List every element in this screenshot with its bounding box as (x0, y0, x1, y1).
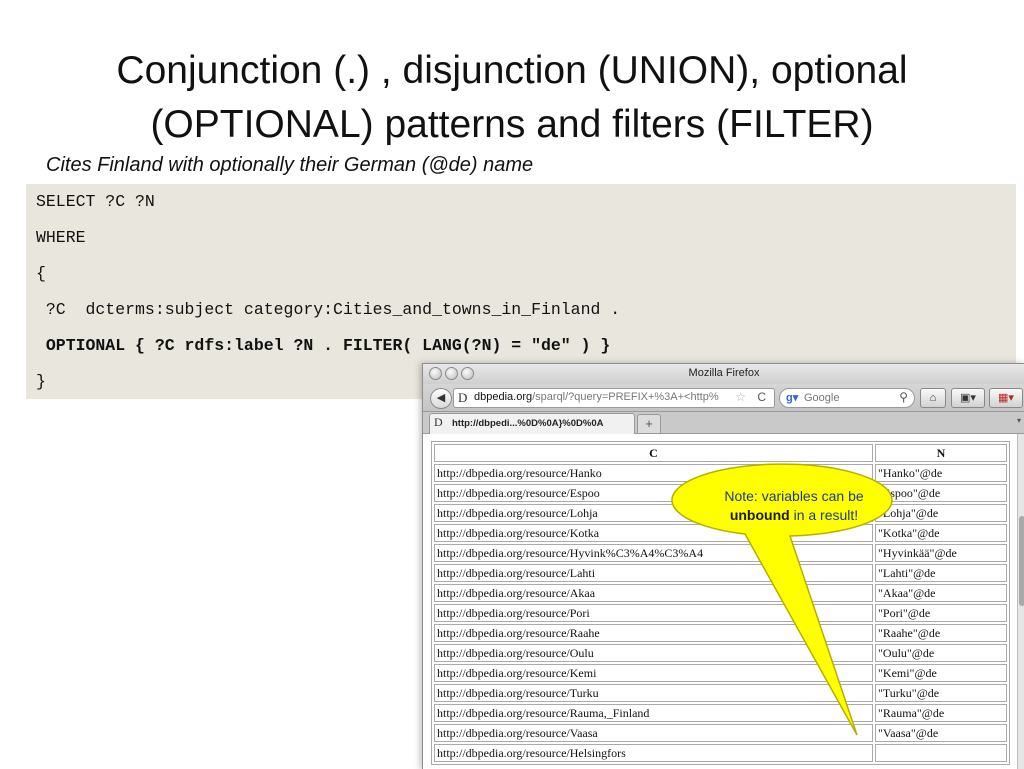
table-row: http://dbpedia.org/resource/Akaa "Akaa"@d… (434, 584, 1007, 602)
cell-c: http://dbpedia.org/resource/Kemi (434, 664, 873, 682)
cell-n: "Akaa"@de (875, 584, 1007, 602)
code-line: ?C dcterms:subject category:Cities_and_t… (36, 300, 621, 319)
search-box[interactable]: g▾ Google ⚲ (779, 388, 915, 408)
firefox-window: Mozilla Firefox ◀ D dbpedia.org/sparql/?… (422, 363, 1024, 769)
home-icon[interactable]: ⌂ (920, 388, 946, 408)
cell-n: "Espoo"@de (875, 484, 1007, 502)
cell-n: "Kotka"@de (875, 524, 1007, 542)
cell-n: "Hyvinkää"@de (875, 544, 1007, 562)
cell-n: "Oulu"@de (875, 644, 1007, 662)
cell-n: "Pori"@de (875, 604, 1007, 622)
tab-sparql-results[interactable]: D http://dbpedi...%0D%0A}%0D%0A (429, 413, 635, 434)
title-line-2: (OPTIONAL) patterns and filters (FILTER) (150, 103, 874, 146)
callout-text-after: in a result! (793, 507, 859, 523)
scrollbar-thumb[interactable] (1019, 516, 1024, 606)
tab-list-icon[interactable]: ▾ (1017, 416, 1021, 425)
tab-bar: D http://dbpedi...%0D%0A}%0D%0A + ▾ (423, 412, 1024, 434)
table-row: http://dbpedia.org/resource/Rauma,_Finla… (434, 704, 1007, 722)
addon-icon[interactable]: ▦▾ (989, 388, 1023, 408)
cell-c: http://dbpedia.org/resource/Vaasa (434, 724, 873, 742)
slide-subtitle: Cites Finland with optionally their Germ… (46, 154, 534, 176)
cell-c: http://dbpedia.org/resource/Kotka (434, 524, 873, 542)
table-row: http://dbpedia.org/resource/Kotka "Kotka"… (434, 524, 1007, 542)
tab-favicon-icon: D (434, 415, 443, 429)
column-header-c: C (434, 444, 873, 462)
page-content: C N http://dbpedia.org/resource/Hanko "Ha… (423, 434, 1017, 769)
title-line-1: Conjunction (.) , disjunction (UNION), o… (116, 49, 908, 92)
column-header-n: N (875, 444, 1007, 462)
slide-title: Conjunction (.) , disjunction (UNION), o… (0, 44, 1024, 152)
cell-n-empty (875, 744, 1007, 762)
cell-c: http://dbpedia.org/resource/Oulu (434, 644, 873, 662)
vertical-scrollbar[interactable] (1017, 434, 1024, 769)
table-row: http://dbpedia.org/resource/Turku "Turku"… (434, 684, 1007, 702)
callout-text-before: Note: variables can be (724, 488, 864, 504)
cell-n: "Rauma"@de (875, 704, 1007, 722)
back-arrow-icon[interactable]: ◀ (430, 388, 452, 409)
cell-n: "Turku"@de (875, 684, 1007, 702)
cell-c: http://dbpedia.org/resource/Turku (434, 684, 873, 702)
code-line: WHERE (36, 228, 86, 247)
callout-text-bold: unbound (729, 507, 790, 523)
bookmark-star-icon[interactable]: ☆ (735, 390, 746, 404)
cell-c: http://dbpedia.org/resource/Akaa (434, 584, 873, 602)
callout-note: Note: variables can be unbound in a resu… (694, 487, 894, 525)
table-row-unbound: http://dbpedia.org/resource/Helsingfors (434, 744, 1007, 762)
cell-n: "Hanko"@de (875, 464, 1007, 482)
cell-c: http://dbpedia.org/resource/Hyvink%C3%A4… (434, 544, 873, 562)
code-line: } (36, 372, 46, 391)
code-line-optional: OPTIONAL { ?C rdfs:label ?N . FILTER( LA… (36, 336, 611, 355)
cell-c: http://dbpedia.org/resource/Pori (434, 604, 873, 622)
new-tab-button[interactable]: + (637, 414, 661, 434)
table-row: http://dbpedia.org/resource/Raahe "Raahe"… (434, 624, 1007, 642)
table-row: http://dbpedia.org/resource/Oulu "Oulu"@d… (434, 644, 1007, 662)
code-line: SELECT ?C ?N (36, 192, 155, 211)
navigation-toolbar: ◀ D dbpedia.org/sparql/?query=PREFIX+%3A… (423, 384, 1024, 412)
table-row: http://dbpedia.org/resource/Vaasa "Vaasa"… (434, 724, 1007, 742)
cell-n: "Raahe"@de (875, 624, 1007, 642)
table-row: http://dbpedia.org/resource/Pori "Pori"@d… (434, 604, 1007, 622)
url-bar[interactable]: D dbpedia.org/sparql/?query=PREFIX+%3A+<… (453, 388, 775, 408)
reload-icon[interactable]: C (757, 390, 766, 404)
cell-n: "Lahti"@de (875, 564, 1007, 582)
bookmarks-menu-icon[interactable]: ▣▾ (951, 388, 985, 408)
cell-c: http://dbpedia.org/resource/Helsingfors (434, 744, 873, 762)
site-favicon-icon: D (458, 390, 468, 405)
window-titlebar: Mozilla Firefox (423, 364, 1024, 384)
code-line: { (36, 264, 46, 283)
cell-c: http://dbpedia.org/resource/Rauma,_Finla… (434, 704, 873, 722)
cell-n: "Lohja"@de (875, 504, 1007, 522)
url-text[interactable]: dbpedia.org/sparql/?query=PREFIX+%3A+<ht… (474, 391, 719, 403)
cell-c: http://dbpedia.org/resource/Lahti (434, 564, 873, 582)
search-placeholder: Google (804, 392, 840, 404)
table-row: http://dbpedia.org/resource/Hanko "Hanko"… (434, 464, 1007, 482)
cell-n: "Kemi"@de (875, 664, 1007, 682)
search-icon[interactable]: ⚲ (899, 390, 908, 404)
table-row: http://dbpedia.org/resource/Lahti "Lahti"… (434, 564, 1007, 582)
tab-label: http://dbpedi...%0D%0A}%0D%0A (452, 418, 604, 429)
cell-n: "Vaasa"@de (875, 724, 1007, 742)
google-icon: g▾ (786, 392, 799, 404)
table-header-row: C N (434, 444, 1007, 462)
table-row: http://dbpedia.org/resource/Hyvink%C3%A4… (434, 544, 1007, 562)
cell-c: http://dbpedia.org/resource/Hanko (434, 464, 873, 482)
table-row: http://dbpedia.org/resource/Kemi "Kemi"@d… (434, 664, 1007, 682)
window-title: Mozilla Firefox (688, 367, 760, 379)
cell-c: http://dbpedia.org/resource/Raahe (434, 624, 873, 642)
